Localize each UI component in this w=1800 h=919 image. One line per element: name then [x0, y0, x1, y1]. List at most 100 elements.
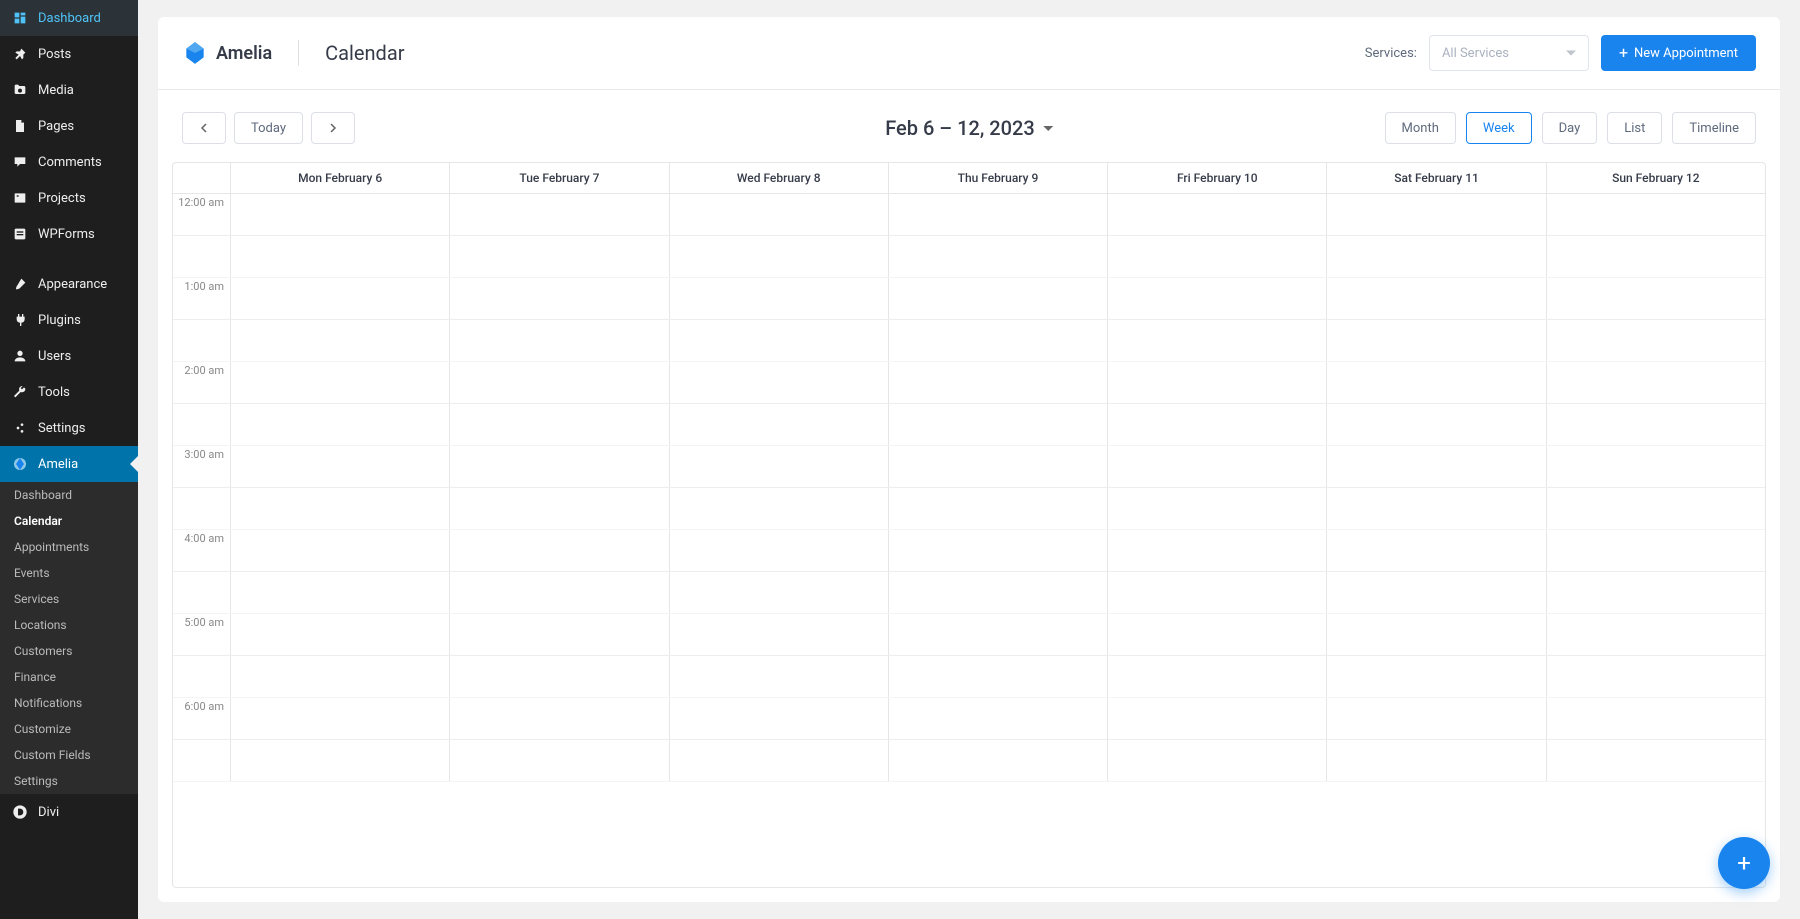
time-slot[interactable]	[670, 698, 889, 739]
time-slot[interactable]	[1327, 572, 1546, 613]
time-slot[interactable]	[1327, 404, 1546, 445]
time-slot[interactable]	[231, 362, 450, 403]
time-slot[interactable]	[1547, 236, 1765, 277]
today-button[interactable]: Today	[234, 112, 303, 144]
time-slot[interactable]	[670, 572, 889, 613]
submenu-item-locations[interactable]: Locations	[0, 612, 138, 638]
submenu-item-settings[interactable]: Settings	[0, 768, 138, 794]
time-slot[interactable]	[1547, 698, 1765, 739]
sidebar-item-plugins[interactable]: Plugins	[0, 302, 138, 338]
fab-add-button[interactable]: +	[1718, 837, 1770, 889]
time-slot[interactable]	[1108, 404, 1327, 445]
view-day-button[interactable]: Day	[1542, 112, 1598, 144]
time-slot[interactable]	[670, 404, 889, 445]
time-slot[interactable]	[1108, 740, 1327, 781]
view-list-button[interactable]: List	[1607, 112, 1662, 144]
sidebar-item-amelia[interactable]: Amelia	[0, 446, 138, 482]
sidebar-item-comments[interactable]: Comments	[0, 144, 138, 180]
time-slot[interactable]	[670, 614, 889, 655]
time-slot[interactable]	[450, 362, 669, 403]
time-slot[interactable]	[450, 194, 669, 235]
time-slot[interactable]	[1327, 488, 1546, 529]
sidebar-item-tools[interactable]: Tools	[0, 374, 138, 410]
time-slot[interactable]	[1547, 656, 1765, 697]
time-slot[interactable]	[889, 194, 1108, 235]
time-slot[interactable]	[231, 404, 450, 445]
view-week-button[interactable]: Week	[1466, 112, 1532, 144]
time-slot[interactable]	[450, 236, 669, 277]
submenu-item-appointments[interactable]: Appointments	[0, 534, 138, 560]
time-slot[interactable]	[889, 236, 1108, 277]
time-slot[interactable]	[1108, 362, 1327, 403]
submenu-item-calendar[interactable]: Calendar	[0, 508, 138, 534]
sidebar-item-divi[interactable]: Divi	[0, 794, 138, 830]
time-slot[interactable]	[231, 320, 450, 361]
time-slot[interactable]	[1547, 740, 1765, 781]
sidebar-item-pages[interactable]: Pages	[0, 108, 138, 144]
time-slot[interactable]	[889, 698, 1108, 739]
sidebar-item-appearance[interactable]: Appearance	[0, 266, 138, 302]
time-slot[interactable]	[889, 572, 1108, 613]
time-slot[interactable]	[1108, 656, 1327, 697]
time-slot[interactable]	[1108, 614, 1327, 655]
time-slot[interactable]	[1327, 278, 1546, 319]
time-slot[interactable]	[1327, 614, 1546, 655]
next-button[interactable]	[311, 112, 355, 144]
sidebar-item-wpforms[interactable]: WPForms	[0, 216, 138, 252]
sidebar-item-media[interactable]: Media	[0, 72, 138, 108]
time-slot[interactable]	[1547, 572, 1765, 613]
time-slot[interactable]	[670, 740, 889, 781]
submenu-item-finance[interactable]: Finance	[0, 664, 138, 690]
services-select[interactable]: All Services	[1429, 35, 1589, 71]
time-slot[interactable]	[1547, 614, 1765, 655]
sidebar-item-settings[interactable]: Settings	[0, 410, 138, 446]
time-slot[interactable]	[450, 404, 669, 445]
time-slot[interactable]	[1108, 572, 1327, 613]
time-slot[interactable]	[1108, 236, 1327, 277]
time-slot[interactable]	[450, 656, 669, 697]
time-slot[interactable]	[1547, 194, 1765, 235]
time-slot[interactable]	[231, 446, 450, 487]
time-slot[interactable]	[1108, 530, 1327, 571]
time-slot[interactable]	[450, 698, 669, 739]
time-slot[interactable]	[889, 320, 1108, 361]
time-slot[interactable]	[1547, 488, 1765, 529]
date-range-picker[interactable]: Feb 6 – 12, 2023	[885, 116, 1053, 140]
time-slot[interactable]	[450, 278, 669, 319]
view-timeline-button[interactable]: Timeline	[1672, 112, 1756, 144]
submenu-item-services[interactable]: Services	[0, 586, 138, 612]
time-slot[interactable]	[231, 530, 450, 571]
time-slot[interactable]	[889, 614, 1108, 655]
time-slot[interactable]	[889, 656, 1108, 697]
time-slot[interactable]	[1327, 698, 1546, 739]
submenu-item-customize[interactable]: Customize	[0, 716, 138, 742]
time-slot[interactable]	[670, 194, 889, 235]
time-slot[interactable]	[1327, 194, 1546, 235]
submenu-item-customers[interactable]: Customers	[0, 638, 138, 664]
time-slot[interactable]	[450, 530, 669, 571]
time-slot[interactable]	[231, 614, 450, 655]
time-slot[interactable]	[1108, 446, 1327, 487]
time-slot[interactable]	[1327, 530, 1546, 571]
time-slot[interactable]	[1108, 194, 1327, 235]
time-slot[interactable]	[670, 488, 889, 529]
time-slot[interactable]	[1547, 530, 1765, 571]
time-slot[interactable]	[1327, 740, 1546, 781]
time-slot[interactable]	[670, 446, 889, 487]
time-slot[interactable]	[889, 740, 1108, 781]
time-slot[interactable]	[670, 362, 889, 403]
time-slot[interactable]	[1547, 320, 1765, 361]
time-slot[interactable]	[1108, 698, 1327, 739]
calendar-body[interactable]: 12:00 am 1:00 am 2:00 am 3:00 am 4:00 am…	[173, 194, 1765, 887]
sidebar-item-projects[interactable]: Projects	[0, 180, 138, 216]
time-slot[interactable]	[889, 278, 1108, 319]
time-slot[interactable]	[450, 572, 669, 613]
time-slot[interactable]	[231, 194, 450, 235]
time-slot[interactable]	[889, 446, 1108, 487]
submenu-item-notifications[interactable]: Notifications	[0, 690, 138, 716]
time-slot[interactable]	[231, 488, 450, 529]
time-slot[interactable]	[1327, 446, 1546, 487]
time-slot[interactable]	[1547, 404, 1765, 445]
time-slot[interactable]	[450, 740, 669, 781]
time-slot[interactable]	[889, 362, 1108, 403]
